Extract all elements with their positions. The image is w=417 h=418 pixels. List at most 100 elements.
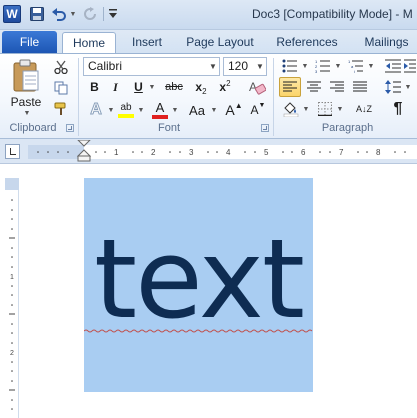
redo-icon[interactable] bbox=[82, 5, 98, 23]
highlight-button[interactable]: ab bbox=[117, 99, 135, 121]
align-left-icon bbox=[283, 81, 297, 92]
numbering-icon[interactable]: 123 bbox=[313, 57, 333, 75]
indent-marker-icon[interactable] bbox=[77, 140, 91, 162]
underline-dropdown-icon[interactable]: ▼ bbox=[147, 78, 156, 96]
sort-label: A↓Z bbox=[355, 103, 372, 114]
increase-indent-icon[interactable] bbox=[403, 57, 417, 75]
align-center-icon[interactable] bbox=[304, 78, 324, 96]
font-color-button[interactable]: A bbox=[151, 99, 169, 121]
shading-icon[interactable] bbox=[281, 99, 301, 119]
qat-separator bbox=[103, 7, 104, 21]
superscript-label: x bbox=[219, 80, 227, 94]
multilevel-list-icon[interactable]: 1ai bbox=[346, 57, 366, 75]
cut-icon[interactable] bbox=[52, 58, 70, 76]
window-title: Doc3 [Compatibility Mode] - M bbox=[252, 7, 413, 21]
word-app-icon[interactable]: W bbox=[3, 5, 21, 23]
shrink-font-button[interactable]: A ▼ bbox=[248, 100, 268, 120]
tab-home[interactable]: Home bbox=[62, 32, 116, 53]
spelling-squiggle bbox=[84, 329, 313, 333]
multilevel-list-dropdown-icon[interactable]: ▼ bbox=[366, 57, 375, 75]
change-case-dropdown-icon[interactable]: ▼ bbox=[209, 100, 218, 120]
format-painter-icon[interactable] bbox=[52, 100, 70, 118]
superscript-button[interactable]: x2 bbox=[215, 78, 235, 96]
svg-text:6: 6 bbox=[301, 148, 306, 157]
underline-button[interactable]: U bbox=[130, 78, 147, 96]
svg-text:8: 8 bbox=[376, 148, 381, 157]
sort-button[interactable]: A↓Z bbox=[353, 99, 375, 119]
svg-text:2: 2 bbox=[151, 148, 156, 157]
svg-text:1: 1 bbox=[10, 274, 14, 281]
vertical-ruler[interactable]: 1 2 bbox=[5, 178, 19, 418]
change-case-button[interactable]: Aa bbox=[185, 100, 209, 120]
bullets-dropdown-icon[interactable]: ▼ bbox=[300, 57, 309, 75]
shading-dropdown-icon[interactable]: ▼ bbox=[301, 100, 310, 118]
align-left-button[interactable] bbox=[279, 77, 301, 97]
svg-text:1: 1 bbox=[114, 148, 119, 157]
svg-text:i: i bbox=[354, 69, 355, 73]
strikethrough-button[interactable]: abc bbox=[163, 78, 185, 96]
highlight-label: ab bbox=[120, 102, 132, 113]
font-launcher-icon[interactable] bbox=[261, 124, 269, 132]
paste-dropdown-icon[interactable]: ▼ bbox=[24, 110, 31, 117]
font-name-combo[interactable]: Calibri ▼ bbox=[83, 57, 220, 76]
font-group-label: Font bbox=[157, 122, 180, 134]
undo-icon[interactable] bbox=[50, 5, 68, 23]
paste-label: Paste bbox=[10, 95, 42, 109]
line-spacing-icon[interactable] bbox=[383, 78, 403, 96]
font-name-dropdown-icon[interactable]: ▼ bbox=[207, 58, 219, 75]
borders-dropdown-icon[interactable]: ▼ bbox=[335, 100, 344, 118]
document-area[interactable]: 1 2 text bbox=[0, 164, 417, 418]
bold-button[interactable]: B bbox=[86, 78, 103, 96]
numbering-dropdown-icon[interactable]: ▼ bbox=[333, 57, 342, 75]
decrease-indent-icon[interactable] bbox=[383, 57, 403, 75]
italic-button[interactable]: I bbox=[107, 78, 124, 96]
customize-qat-icon[interactable] bbox=[107, 5, 119, 23]
copy-icon[interactable] bbox=[52, 79, 70, 97]
grow-font-button[interactable]: A ▲ bbox=[224, 100, 244, 120]
line-spacing-dropdown-icon[interactable]: ▼ bbox=[403, 78, 412, 96]
clipboard-group-label: Clipboard bbox=[9, 122, 57, 134]
undo-dropdown-icon[interactable]: ▼ bbox=[68, 5, 77, 23]
svg-text:4: 4 bbox=[226, 148, 231, 157]
tab-insert[interactable]: Insert bbox=[122, 32, 172, 53]
group-separator bbox=[273, 58, 274, 136]
tab-page-layout[interactable]: Page Layout bbox=[182, 32, 258, 53]
group-separator bbox=[78, 58, 79, 136]
svg-text:3: 3 bbox=[189, 148, 194, 157]
bullets-icon[interactable] bbox=[280, 57, 300, 75]
font-size-combo[interactable]: 120 ▼ bbox=[223, 57, 267, 76]
font-color-bar bbox=[152, 115, 168, 119]
highlight-color-bar bbox=[118, 114, 134, 118]
paragraph-group-label: Paragraph bbox=[321, 122, 374, 134]
justify-icon[interactable] bbox=[350, 78, 370, 96]
save-icon[interactable] bbox=[29, 5, 45, 23]
vertical-ruler-ticks: 1 2 bbox=[9, 199, 15, 410]
tab-mailings[interactable]: Mailings bbox=[356, 32, 417, 53]
svg-text:7: 7 bbox=[339, 148, 344, 157]
ribbon: Paste ▼ Clipboard Calibri ▼ 120 ▼ B I U … bbox=[0, 53, 417, 139]
svg-text:3: 3 bbox=[315, 69, 318, 73]
shrink-font-label: A bbox=[250, 103, 259, 117]
show-formatting-button[interactable]: ¶ bbox=[388, 99, 408, 119]
svg-text:5: 5 bbox=[264, 148, 269, 157]
tab-selector-icon[interactable] bbox=[5, 144, 20, 159]
clipboard-launcher-icon[interactable] bbox=[66, 124, 74, 132]
clear-formatting-icon[interactable]: A bbox=[247, 77, 267, 97]
horizontal-ruler-row: 1 2 3 4 5 6 7 8 bbox=[0, 139, 417, 164]
paste-button[interactable]: Paste ▼ bbox=[8, 58, 44, 118]
font-name-value: Calibri bbox=[88, 59, 123, 73]
highlight-dropdown-icon[interactable]: ▼ bbox=[136, 100, 145, 120]
tab-file[interactable]: File bbox=[2, 31, 57, 53]
subscript-button[interactable]: x2 bbox=[191, 78, 211, 96]
text-effects-dropdown-icon[interactable]: ▼ bbox=[106, 100, 115, 120]
borders-icon[interactable] bbox=[315, 99, 335, 119]
font-color-dropdown-icon[interactable]: ▼ bbox=[170, 100, 179, 120]
subscript-label: x bbox=[195, 80, 203, 94]
ribbon-tab-row: File Home Insert Page Layout References … bbox=[0, 30, 417, 53]
font-size-dropdown-icon[interactable]: ▼ bbox=[254, 58, 266, 75]
align-right-icon[interactable] bbox=[327, 78, 347, 96]
tab-references[interactable]: References bbox=[270, 32, 344, 53]
text-effects-button[interactable]: A bbox=[86, 100, 106, 120]
clipboard-icon bbox=[13, 59, 39, 92]
svg-text:2: 2 bbox=[10, 350, 14, 357]
